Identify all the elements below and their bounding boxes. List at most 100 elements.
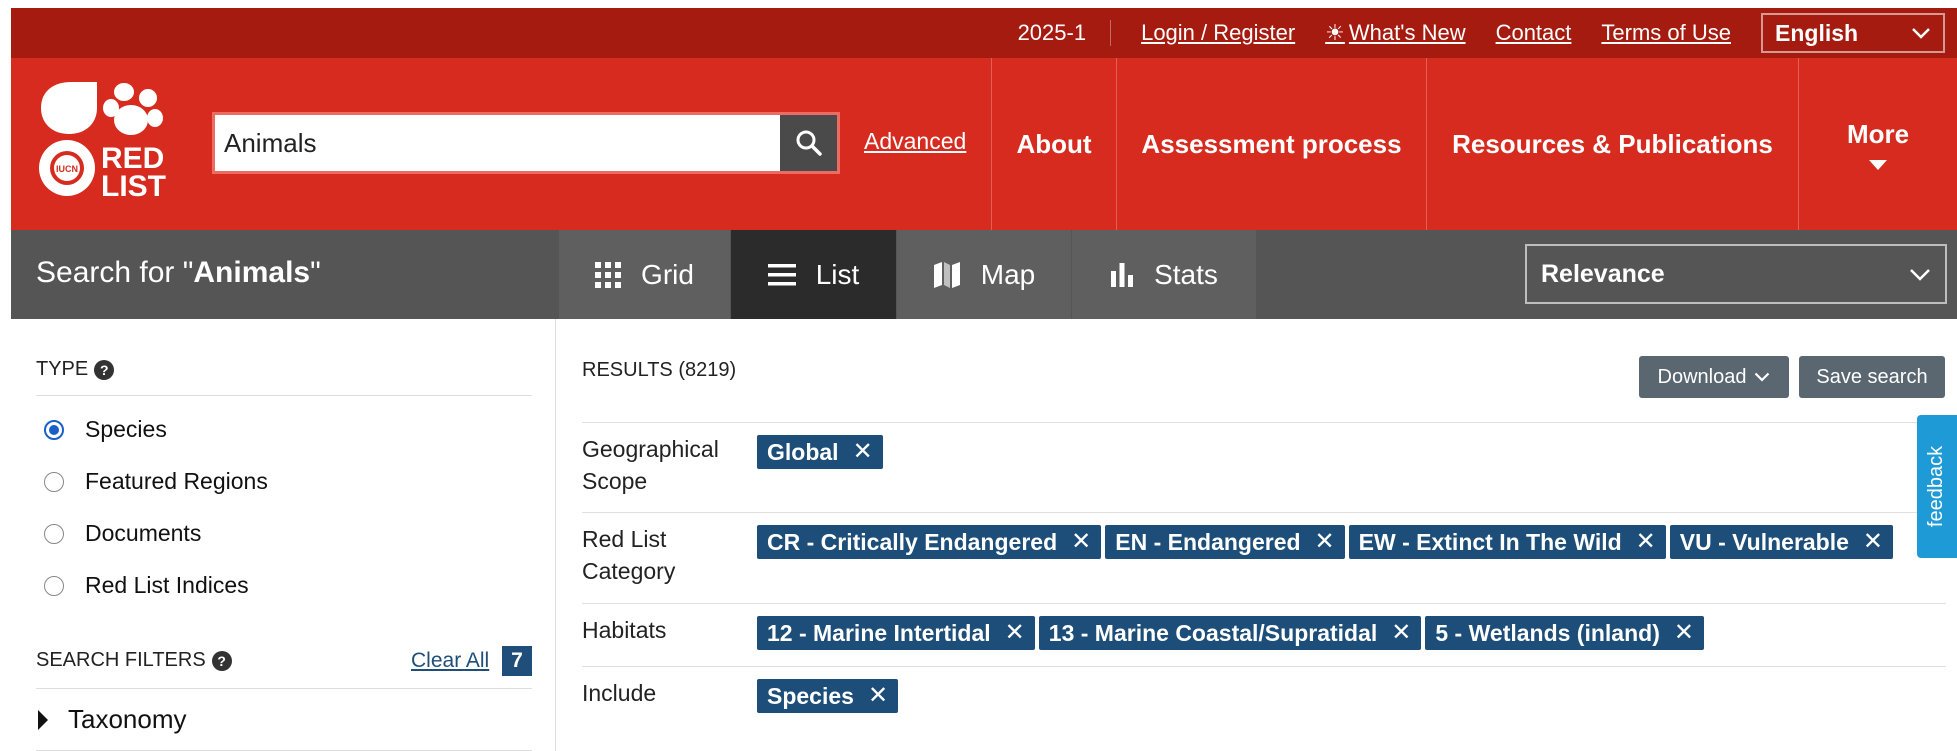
filter-row-geographical-scope: Geographical Scope Global ✕ xyxy=(582,422,1946,512)
close-icon[interactable]: ✕ xyxy=(868,684,888,708)
filter-label-line: Include xyxy=(582,680,657,706)
feedback-tab[interactable]: feedback xyxy=(1917,415,1957,558)
filter-chip[interactable]: 5 - Wetlands (inland) ✕ xyxy=(1425,616,1704,650)
login-register-link[interactable]: Login / Register xyxy=(1141,20,1295,46)
close-icon[interactable]: ✕ xyxy=(853,440,873,464)
filter-chip[interactable]: EN - Endangered ✕ xyxy=(1105,525,1345,559)
chip-label: 5 - Wetlands (inland) xyxy=(1435,619,1660,646)
page: 2025-1 Login / Register ☀ What's New Con… xyxy=(0,0,1957,751)
advanced-search-link[interactable]: Advanced xyxy=(864,128,966,155)
close-icon[interactable]: ✕ xyxy=(1674,621,1694,645)
close-icon[interactable]: ✕ xyxy=(1005,621,1025,645)
radio-red-list-indices[interactable]: Red List Indices xyxy=(44,572,249,599)
search-input[interactable] xyxy=(215,115,780,171)
svg-text:IUCN: IUCN xyxy=(56,164,78,174)
filter-chip[interactable]: Species ✕ xyxy=(757,679,899,713)
search-for-suffix: " xyxy=(310,256,321,289)
radio-button[interactable] xyxy=(44,575,64,596)
caret-right-icon xyxy=(38,709,48,730)
filter-label-line: Habitats xyxy=(582,617,667,643)
bar-chart-icon xyxy=(1111,262,1134,287)
close-icon[interactable]: ✕ xyxy=(1071,530,1091,554)
close-icon[interactable]: ✕ xyxy=(1863,530,1883,554)
filter-chip[interactable]: EW - Extinct In The Wild ✕ xyxy=(1348,525,1666,559)
type-heading-label: TYPE xyxy=(36,358,89,380)
chip-label: CR - Critically Endangered xyxy=(767,528,1058,555)
whats-new-link[interactable]: ☀ What's New xyxy=(1325,20,1465,46)
map-icon xyxy=(933,261,960,288)
contact-link[interactable]: Contact xyxy=(1496,20,1572,46)
filter-chip[interactable]: 12 - Marine Intertidal ✕ xyxy=(757,616,1035,650)
close-icon[interactable]: ✕ xyxy=(1315,530,1335,554)
filter-row-habitats: Habitats 12 - Marine Intertidal ✕ 13 - Ma… xyxy=(582,603,1946,666)
search-filters-heading: SEARCH FILTERS ? xyxy=(36,649,232,672)
taxonomy-accordion[interactable]: Taxonomy xyxy=(38,704,187,735)
chip-group: 12 - Marine Intertidal ✕ 13 - Marine Coas… xyxy=(757,616,1704,650)
tab-list[interactable]: List xyxy=(731,230,896,319)
main-header: IUCN RED LIST Advanced About Assessment … xyxy=(11,58,1957,230)
filter-label: Habitats xyxy=(582,614,666,646)
nav-about[interactable]: About xyxy=(991,58,1116,230)
red-list-logo[interactable]: IUCN RED LIST xyxy=(39,80,169,210)
save-search-label: Save search xyxy=(1816,365,1928,388)
chip-label: Global xyxy=(767,438,839,465)
tab-grid-label: Grid xyxy=(641,258,694,290)
search-filters-label: SEARCH FILTERS xyxy=(36,649,206,671)
grid-icon xyxy=(595,261,622,288)
chevron-down-icon xyxy=(1755,372,1770,382)
close-icon[interactable]: ✕ xyxy=(1636,530,1656,554)
save-search-button[interactable]: Save search xyxy=(1799,356,1945,398)
radio-button[interactable] xyxy=(44,523,64,544)
radio-featured-regions[interactable]: Featured Regions xyxy=(44,468,268,495)
sort-value: Relevance xyxy=(1541,259,1665,288)
search-for-term: Animals xyxy=(193,256,311,289)
clear-all-link[interactable]: Clear All xyxy=(411,649,489,673)
feedback-label: feedback xyxy=(1925,445,1948,528)
tab-map[interactable]: Map xyxy=(897,230,1071,319)
nav-assessment-process[interactable]: Assessment process xyxy=(1116,58,1426,230)
list-icon xyxy=(767,263,796,285)
help-icon[interactable]: ? xyxy=(94,359,115,380)
filter-label-line: Red List xyxy=(582,526,667,552)
filter-row-red-list-category: Red List Category CR - Critically Endang… xyxy=(582,512,1946,603)
nav-more[interactable]: More xyxy=(1798,58,1957,230)
divider xyxy=(36,395,532,396)
search-icon xyxy=(796,130,822,156)
tab-stats[interactable]: Stats xyxy=(1072,230,1256,319)
tab-list-label: List xyxy=(815,258,860,290)
radio-button[interactable] xyxy=(44,471,64,492)
search-for-prefix: Search for " xyxy=(36,256,194,289)
terms-of-use-link[interactable]: Terms of Use xyxy=(1601,20,1731,46)
chevron-down-icon xyxy=(1910,268,1930,281)
radio-button-checked[interactable] xyxy=(44,419,64,440)
sort-select[interactable]: Relevance xyxy=(1525,244,1947,304)
search-button[interactable] xyxy=(780,115,837,171)
language-select[interactable]: English xyxy=(1761,13,1945,53)
download-button[interactable]: Download xyxy=(1639,356,1789,398)
nav-resources-publications[interactable]: Resources & Publications xyxy=(1426,58,1798,230)
filter-chip[interactable]: Global ✕ xyxy=(757,435,883,469)
filter-chip[interactable]: 13 - Marine Coastal/Supratidal ✕ xyxy=(1038,616,1422,650)
help-icon[interactable]: ? xyxy=(211,650,232,671)
nav-assessment-label: Assessment process xyxy=(1141,128,1402,159)
tab-grid[interactable]: Grid xyxy=(559,230,730,319)
type-heading: TYPE ? xyxy=(36,358,115,381)
filter-label: Include xyxy=(582,677,656,709)
nav-about-label: About xyxy=(1016,128,1092,159)
chip-label: 13 - Marine Coastal/Supratidal xyxy=(1048,619,1378,646)
svg-text:LIST: LIST xyxy=(101,170,166,203)
chip-group: CR - Critically Endangered ✕ EN - Endange… xyxy=(757,525,1894,559)
search-box xyxy=(212,112,840,174)
close-icon[interactable]: ✕ xyxy=(1391,621,1411,645)
radio-species[interactable]: Species xyxy=(44,416,167,443)
radio-documents[interactable]: Documents xyxy=(44,520,201,547)
nav-resources-label: Resources & Publications xyxy=(1452,128,1773,159)
filter-sidebar: TYPE ? Species Featured Regions Document… xyxy=(11,319,556,751)
filter-chip[interactable]: CR - Critically Endangered ✕ xyxy=(757,525,1102,559)
radio-featured-regions-label: Featured Regions xyxy=(85,468,268,494)
language-value: English xyxy=(1775,19,1859,46)
filter-chip[interactable]: VU - Vulnerable ✕ xyxy=(1669,525,1894,559)
filter-row-include: Include Species ✕ xyxy=(582,666,1946,736)
chip-label: 12 - Marine Intertidal xyxy=(767,619,991,646)
version-label: 2025-1 xyxy=(994,20,1112,46)
